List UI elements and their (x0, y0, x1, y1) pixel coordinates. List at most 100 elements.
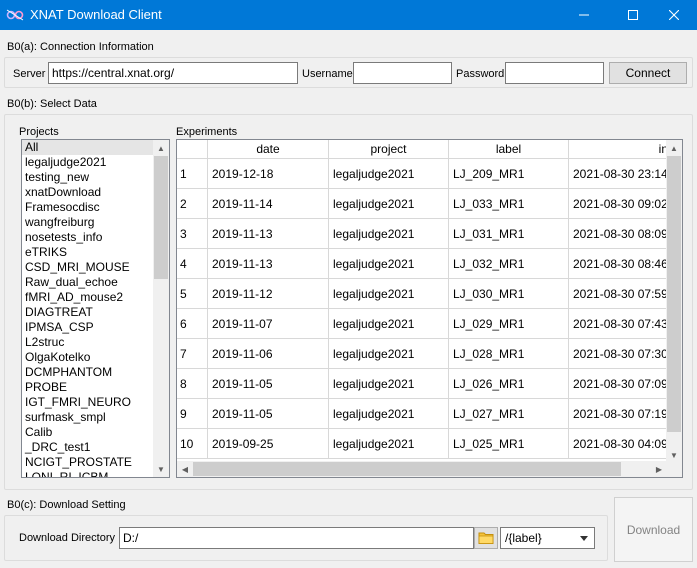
project-list-item[interactable]: Calib (22, 425, 155, 440)
cell-project[interactable]: legaljudge2021 (329, 219, 449, 249)
table-row[interactable]: 7 2019-11-06 legaljudge2021 LJ_028_MR1 2021-… (177, 339, 682, 369)
cell-project[interactable]: legaljudge2021 (329, 309, 449, 339)
cell-label[interactable]: LJ_031_MR1 (449, 219, 569, 249)
cell-date[interactable]: 2019-11-13 (208, 249, 329, 279)
experiments-vscroll-thumb[interactable] (667, 156, 681, 432)
project-list-item[interactable]: LONI_RI_ICBM (22, 470, 155, 477)
username-input[interactable] (353, 62, 452, 84)
cell-label[interactable]: LJ_027_MR1 (449, 399, 569, 429)
table-row[interactable]: 9 2019-11-05 legaljudge2021 LJ_027_MR1 2021-… (177, 399, 682, 429)
cell-project[interactable]: legaljudge2021 (329, 189, 449, 219)
cell-project[interactable]: legaljudge2021 (329, 159, 449, 189)
project-list-item[interactable]: eTRIKS (22, 245, 155, 260)
cell-project[interactable]: legaljudge2021 (329, 249, 449, 279)
project-list-item[interactable]: legaljudge2021 (22, 155, 155, 170)
project-list-item[interactable]: nosetests_info (22, 230, 155, 245)
close-button[interactable] (651, 0, 697, 30)
table-row[interactable]: 5 2019-11-12 legaljudge2021 LJ_030_MR1 2021-… (177, 279, 682, 309)
cell-project[interactable]: legaljudge2021 (329, 429, 449, 459)
scroll-up-icon[interactable]: ▲ (153, 140, 169, 156)
row-number[interactable]: 3 (177, 219, 208, 249)
project-list-item[interactable]: Framesocdisc (22, 200, 155, 215)
experiments-table[interactable]: dateprojectlabelinsert 12019-12-18legalj… (176, 139, 683, 478)
experiments-vscrollbar[interactable]: ▲ ▼ (666, 140, 682, 463)
scroll-left-icon[interactable]: ◀ (177, 461, 193, 477)
cell-project[interactable]: legaljudge2021 (329, 279, 449, 309)
experiments-hscroll-thumb[interactable] (193, 462, 621, 476)
cell-date[interactable]: 2019-11-12 (208, 279, 329, 309)
cell-date[interactable]: 2019-11-07 (208, 309, 329, 339)
download-directory-input[interactable]: D:/ (119, 527, 474, 549)
row-number[interactable]: 8 (177, 369, 208, 399)
server-input[interactable]: https://central.xnat.org/ (48, 62, 298, 84)
project-list-item[interactable]: Raw_dual_echoe (22, 275, 155, 290)
row-number[interactable]: 5 (177, 279, 208, 309)
project-list-item[interactable]: IPMSA_CSP (22, 320, 155, 335)
row-number[interactable]: 6 (177, 309, 208, 339)
connect-button[interactable]: Connect (609, 62, 687, 84)
scroll-down-icon[interactable]: ▼ (153, 461, 169, 477)
table-row[interactable]: 3 2019-11-13 legaljudge2021 LJ_031_MR1 2021-… (177, 219, 682, 249)
cell-label[interactable]: LJ_029_MR1 (449, 309, 569, 339)
project-list-item[interactable]: wangfreiburg (22, 215, 155, 230)
project-list-item[interactable]: DCMPHANTOM (22, 365, 155, 380)
minimize-button[interactable] (561, 0, 607, 30)
cell-label[interactable]: LJ_025_MR1 (449, 429, 569, 459)
cell-project[interactable]: legaljudge2021 (329, 339, 449, 369)
project-list-item[interactable]: _DRC_test1 (22, 440, 155, 455)
cell-label[interactable]: LJ_032_MR1 (449, 249, 569, 279)
cell-label[interactable]: LJ_026_MR1 (449, 369, 569, 399)
scroll-up-icon[interactable]: ▲ (666, 140, 682, 156)
row-number[interactable]: 7 (177, 339, 208, 369)
table-row[interactable]: 4 2019-11-13 legaljudge2021 LJ_032_MR1 2021-… (177, 249, 682, 279)
row-number[interactable]: 1 (177, 159, 208, 189)
row-number[interactable]: 4 (177, 249, 208, 279)
table-row[interactable]: 6 2019-11-07 legaljudge2021 LJ_029_MR1 2021-… (177, 309, 682, 339)
row-number[interactable]: 10 (177, 429, 208, 459)
row-number[interactable]: 2 (177, 189, 208, 219)
column-header-date[interactable]: date (208, 140, 329, 159)
project-list-item[interactable]: fMRI_AD_mouse2 (22, 290, 155, 305)
project-list-item[interactable]: DIAGTREAT (22, 305, 155, 320)
password-input[interactable] (505, 62, 604, 84)
scroll-right-icon[interactable]: ▶ (651, 461, 667, 477)
column-header-label[interactable]: label (449, 140, 569, 159)
browse-folder-button[interactable] (474, 527, 498, 549)
project-list-item[interactable]: CSD_MRI_MOUSE (22, 260, 155, 275)
table-row[interactable]: 1 2019-12-18 legaljudge2021 LJ_209_MR1 2021-… (177, 159, 682, 189)
maximize-button[interactable] (610, 0, 656, 30)
cell-date[interactable]: 2019-11-13 (208, 219, 329, 249)
cell-date[interactable]: 2019-12-18 (208, 159, 329, 189)
project-list-item[interactable]: L2struc (22, 335, 155, 350)
project-list-item[interactable]: IGT_FMRI_NEURO (22, 395, 155, 410)
experiments-hscrollbar[interactable]: ◀ ▶ (177, 461, 667, 477)
projects-scroll-thumb[interactable] (154, 156, 168, 279)
project-list-item[interactable]: PROBE (22, 380, 155, 395)
projects-list[interactable]: All legaljudge2021 testing_new xnatDownload… (21, 139, 170, 478)
cell-label[interactable]: LJ_030_MR1 (449, 279, 569, 309)
projects-scrollbar[interactable]: ▲ ▼ (153, 140, 169, 477)
cell-label[interactable]: LJ_028_MR1 (449, 339, 569, 369)
pattern-select[interactable]: /{label} (500, 527, 595, 549)
cell-date[interactable]: 2019-11-14 (208, 189, 329, 219)
download-button[interactable]: Download (614, 497, 693, 562)
table-row[interactable]: 8 2019-11-05 legaljudge2021 LJ_026_MR1 2021-… (177, 369, 682, 399)
row-number[interactable]: 9 (177, 399, 208, 429)
table-row[interactable]: 2 2019-11-14 legaljudge2021 LJ_033_MR1 2021-… (177, 189, 682, 219)
table-row[interactable]: 10 2019-09-25 legaljudge2021 LJ_025_MR1 2021… (177, 429, 682, 459)
project-list-item[interactable]: surfmask_smpl (22, 410, 155, 425)
column-header-project[interactable]: project (329, 140, 449, 159)
cell-date[interactable]: 2019-11-05 (208, 399, 329, 429)
cell-project[interactable]: legaljudge2021 (329, 369, 449, 399)
cell-project[interactable]: legaljudge2021 (329, 399, 449, 429)
project-list-item[interactable]: OlgaKotelko (22, 350, 155, 365)
cell-date[interactable]: 2019-11-05 (208, 369, 329, 399)
project-list-item[interactable]: testing_new (22, 170, 155, 185)
cell-date[interactable]: 2019-09-25 (208, 429, 329, 459)
project-list-item[interactable]: xnatDownload (22, 185, 155, 200)
cell-label[interactable]: LJ_209_MR1 (449, 159, 569, 189)
project-list-item[interactable]: NCIGT_PROSTATE (22, 455, 155, 470)
cell-label[interactable]: LJ_033_MR1 (449, 189, 569, 219)
cell-date[interactable]: 2019-11-06 (208, 339, 329, 369)
project-list-item[interactable]: All (22, 140, 155, 155)
